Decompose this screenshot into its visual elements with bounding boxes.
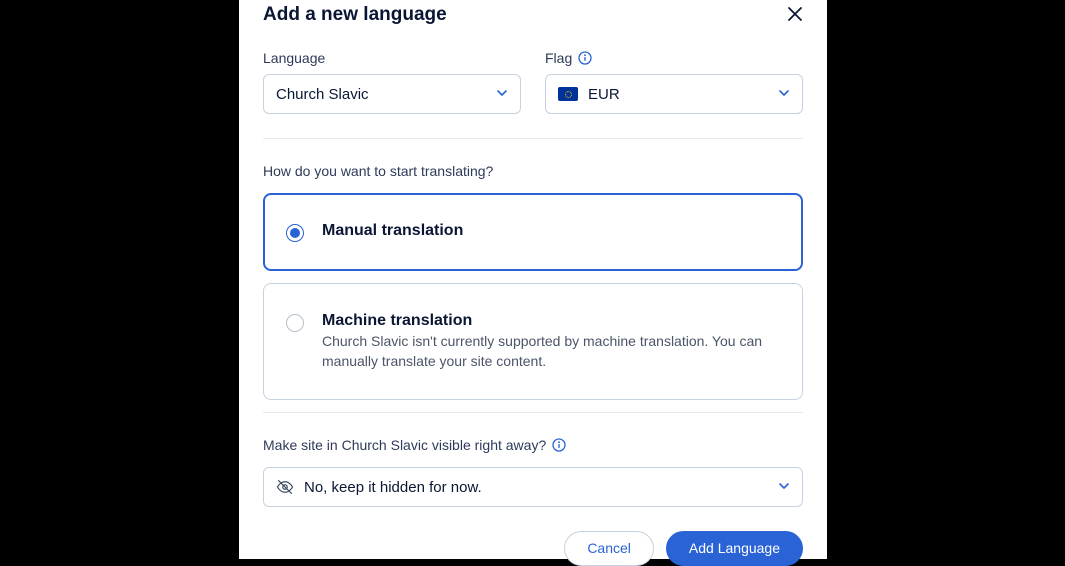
language-field: Language Church Slavic bbox=[263, 50, 521, 114]
language-select-value: Church Slavic bbox=[276, 86, 496, 103]
info-icon[interactable] bbox=[552, 438, 566, 452]
eu-flag-icon bbox=[558, 87, 578, 101]
flag-field: Flag EUR bbox=[545, 50, 803, 114]
visibility-select[interactable]: No, keep it hidden for now. bbox=[263, 467, 803, 507]
flag-select[interactable]: EUR bbox=[545, 74, 803, 114]
radio-selected-icon bbox=[286, 224, 304, 242]
modal-header: Add a new language bbox=[263, 4, 803, 26]
field-row: Language Church Slavic Flag EUR bbox=[263, 50, 803, 114]
language-label: Language bbox=[263, 50, 521, 66]
chevron-down-icon bbox=[496, 86, 508, 103]
option-machine-description: Church Slavic isn't currently supported … bbox=[322, 332, 780, 371]
flag-select-value: EUR bbox=[588, 86, 778, 103]
close-icon[interactable] bbox=[787, 6, 803, 25]
translate-section-label: How do you want to start translating? bbox=[263, 163, 803, 179]
option-machine-content: Machine translation Church Slavic isn't … bbox=[322, 312, 780, 371]
eye-off-icon bbox=[276, 478, 294, 496]
option-manual-title: Manual translation bbox=[322, 222, 780, 240]
visibility-label-text: Make site in Church Slavic visible right… bbox=[263, 437, 546, 453]
visibility-select-value: No, keep it hidden for now. bbox=[304, 479, 778, 496]
option-machine-title: Machine translation bbox=[322, 312, 780, 330]
chevron-down-icon bbox=[778, 86, 790, 103]
info-icon[interactable] bbox=[578, 51, 592, 65]
option-manual-translation[interactable]: Manual translation bbox=[263, 193, 803, 271]
visibility-label: Make site in Church Slavic visible right… bbox=[263, 437, 803, 453]
modal-footer: Cancel Add Language bbox=[263, 531, 803, 566]
add-language-button[interactable]: Add Language bbox=[666, 531, 803, 566]
divider bbox=[263, 412, 803, 413]
divider bbox=[263, 138, 803, 139]
language-select[interactable]: Church Slavic bbox=[263, 74, 521, 114]
cancel-button[interactable]: Cancel bbox=[564, 531, 654, 566]
flag-label-text: Flag bbox=[545, 50, 572, 66]
flag-label: Flag bbox=[545, 50, 803, 66]
add-language-modal: Add a new language Language Church Slavi… bbox=[239, 0, 827, 559]
modal-title: Add a new language bbox=[263, 4, 447, 26]
chevron-down-icon bbox=[778, 479, 790, 496]
option-machine-translation[interactable]: Machine translation Church Slavic isn't … bbox=[263, 283, 803, 400]
radio-unselected-icon bbox=[286, 314, 304, 332]
option-manual-content: Manual translation bbox=[322, 222, 780, 242]
